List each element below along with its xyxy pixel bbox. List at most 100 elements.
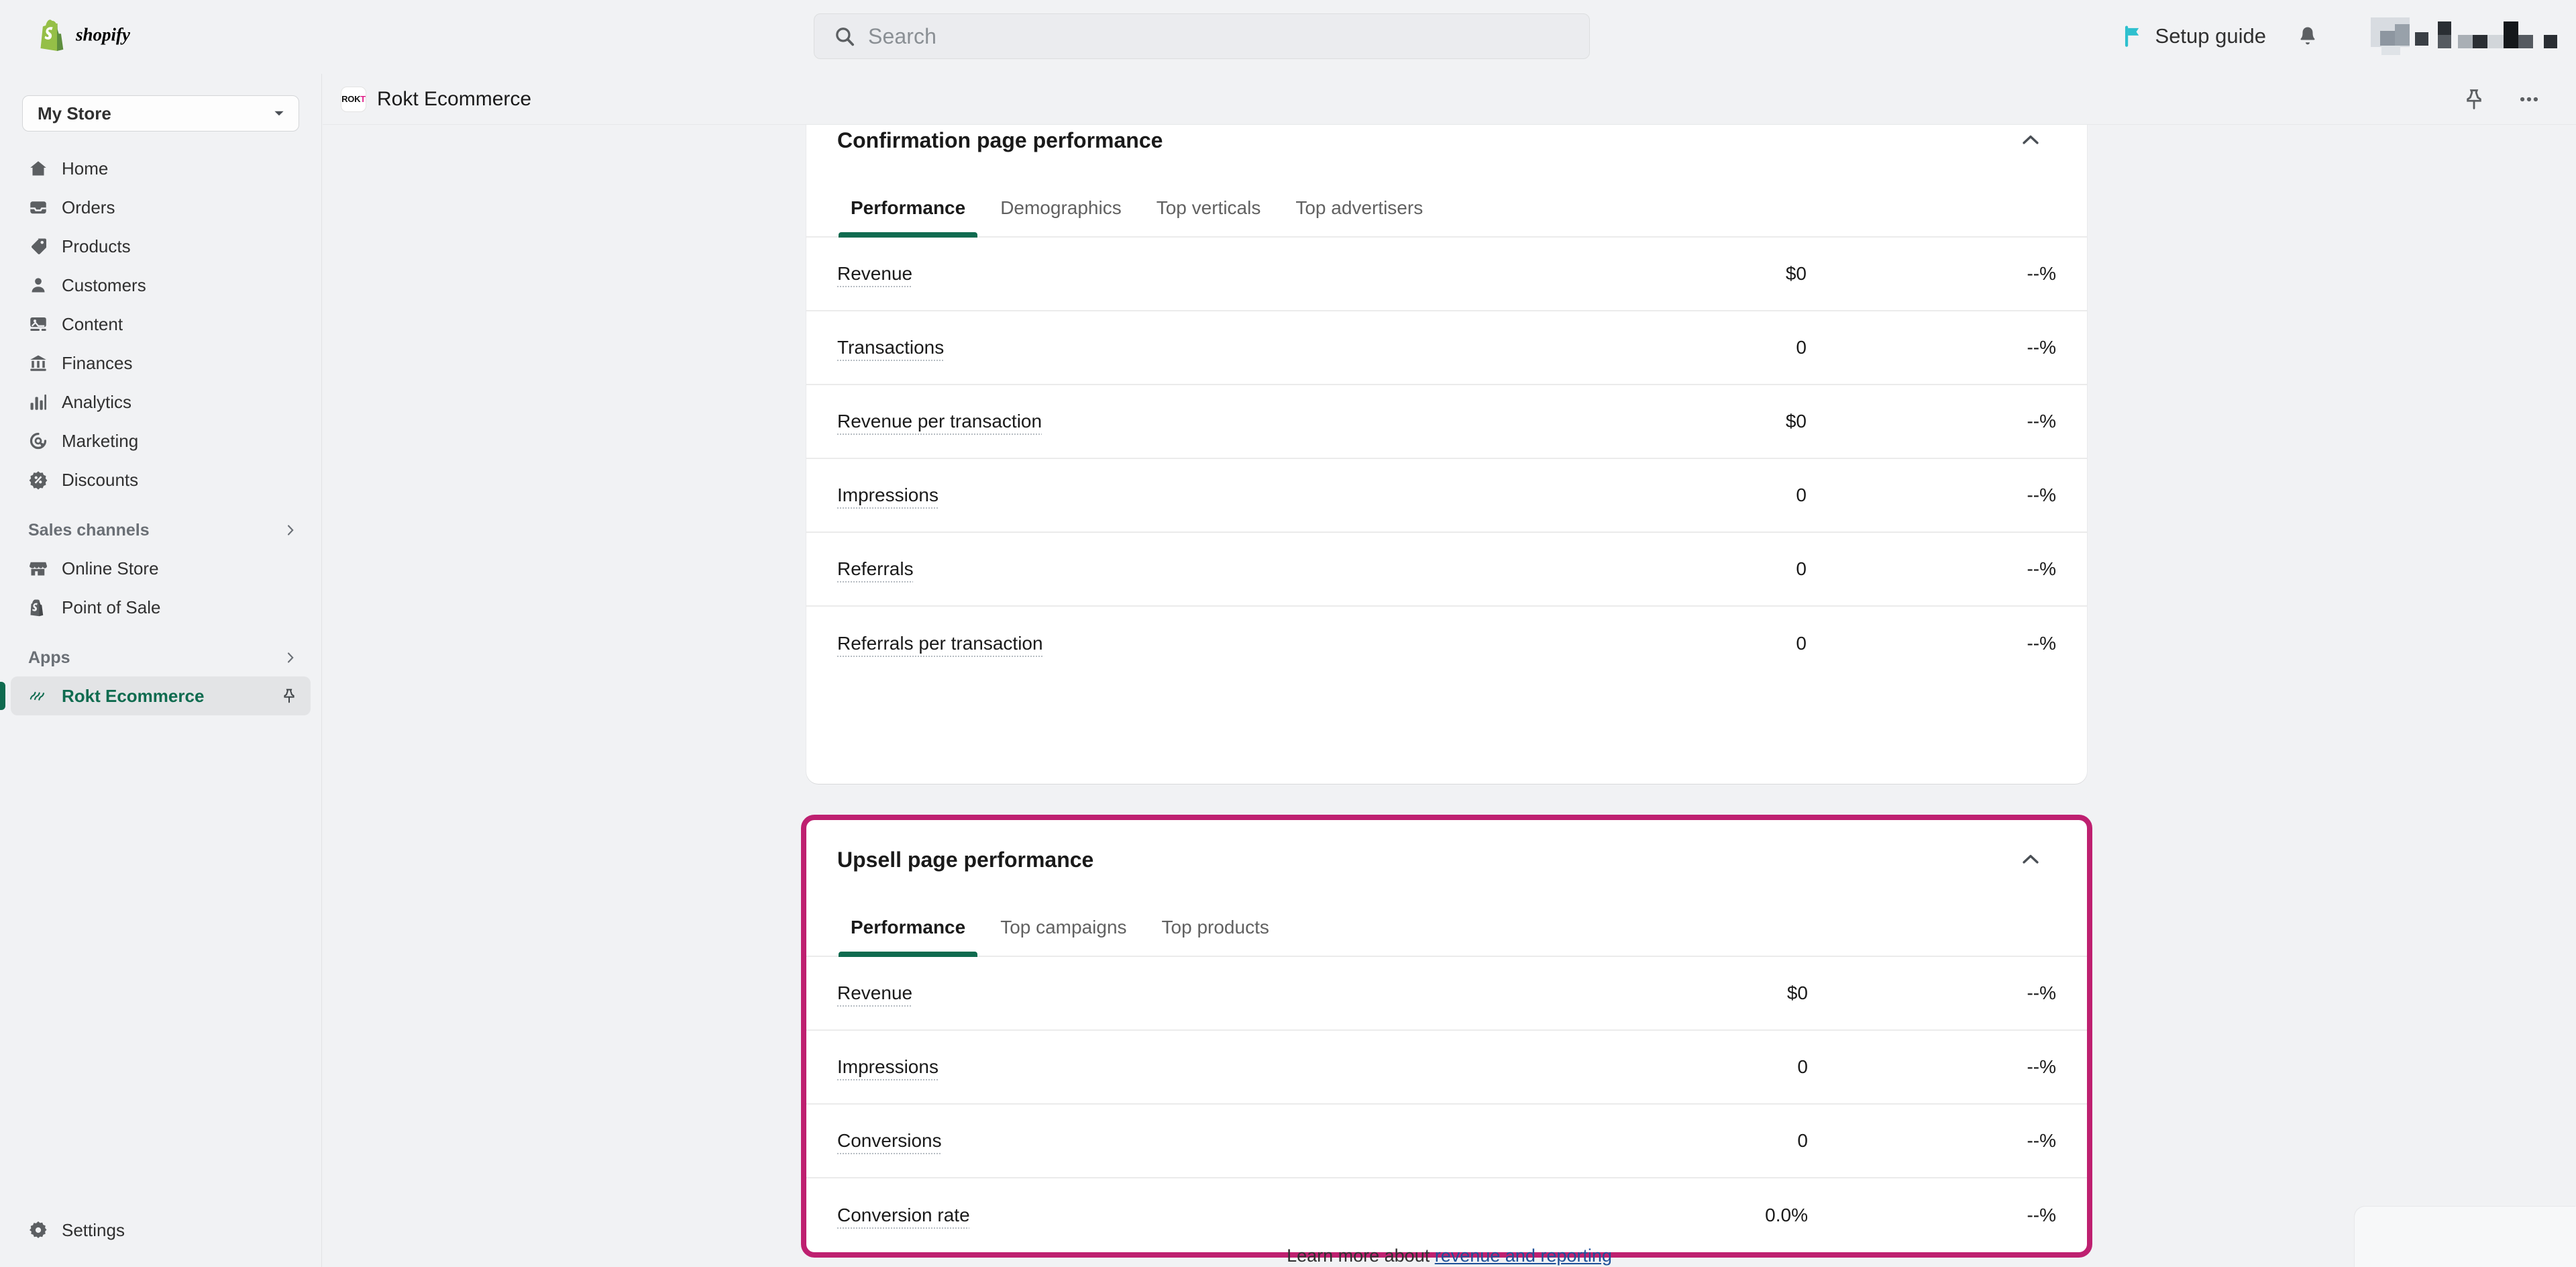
collapse-toggle-confirmation[interactable] bbox=[2013, 125, 2048, 158]
chevron-up-icon bbox=[2023, 854, 2039, 864]
pin-icon[interactable] bbox=[281, 688, 297, 704]
tab-top-verticals[interactable]: Top verticals bbox=[1139, 180, 1279, 236]
chat-widget-panel[interactable] bbox=[2355, 1207, 2576, 1267]
flag-icon bbox=[2125, 26, 2139, 47]
metric-delta: --% bbox=[2027, 1205, 2056, 1225]
table-row: Conversions 0 --% bbox=[806, 1105, 2087, 1178]
sidebar-item-label: Discounts bbox=[62, 469, 139, 490]
sidebar-item-home[interactable]: Home bbox=[11, 149, 311, 188]
app-header-bar: ROKT Rokt Ecommerce bbox=[323, 74, 2576, 125]
table-row: Impressions 0 --% bbox=[806, 459, 2087, 533]
chevron-down-icon bbox=[274, 111, 284, 116]
metric-list-upsell: Revenue $0 --% Impressions 0 --% Convers… bbox=[806, 957, 2087, 1252]
metric-label[interactable]: Referrals per transaction bbox=[837, 633, 1599, 654]
sidebar-item-finances[interactable]: Finances bbox=[11, 344, 311, 383]
orders-icon bbox=[30, 201, 46, 214]
table-row: Referrals 0 --% bbox=[806, 533, 2087, 607]
sidebar-section-sales-channels[interactable]: Sales channels bbox=[11, 511, 311, 549]
customers-person-icon bbox=[32, 278, 45, 293]
collapse-toggle-upsell[interactable] bbox=[2013, 842, 2048, 877]
tab-top-products[interactable]: Top products bbox=[1144, 899, 1287, 956]
products-tag-icon bbox=[31, 238, 46, 254]
sidebar-item-customers[interactable]: Customers bbox=[11, 266, 311, 305]
tab-top-advertisers[interactable]: Top advertisers bbox=[1278, 180, 1440, 236]
metric-delta: --% bbox=[2027, 633, 2056, 654]
metric-label[interactable]: Conversions bbox=[837, 1130, 1613, 1152]
metric-value: $0 bbox=[1785, 263, 1807, 284]
pin-app-button[interactable] bbox=[2458, 83, 2490, 115]
tab-label: Top advertisers bbox=[1295, 197, 1424, 218]
shopify-logo[interactable]: shopify bbox=[37, 19, 176, 51]
store-switcher[interactable]: My Store bbox=[22, 95, 299, 132]
metric-label[interactable]: Transactions bbox=[837, 337, 1599, 358]
metric-value: 0 bbox=[1796, 558, 1807, 579]
metric-delta: --% bbox=[2027, 485, 2056, 505]
setup-guide-button[interactable]: Setup guide bbox=[2112, 16, 2275, 56]
chevron-right-icon bbox=[287, 652, 294, 663]
tab-bar-upsell: Performance Top campaigns Top products bbox=[806, 899, 2087, 957]
sidebar-item-point-of-sale[interactable]: Point of Sale bbox=[11, 588, 311, 627]
chevron-up-icon bbox=[2023, 135, 2039, 144]
metric-value: $0 bbox=[1785, 411, 1807, 432]
svg-text:shopify: shopify bbox=[76, 24, 131, 44]
home-icon bbox=[30, 161, 46, 176]
shopify-wordmark: shopify bbox=[76, 24, 131, 44]
sidebar-item-online-store[interactable]: Online Store bbox=[11, 549, 311, 588]
metric-delta: --% bbox=[2027, 337, 2056, 358]
rokt-logo-text: ROK bbox=[341, 94, 361, 104]
storefront-icon bbox=[30, 562, 47, 576]
metric-value: 0 bbox=[1797, 1130, 1808, 1151]
tab-bar-confirmation: Performance Demographics Top verticals T… bbox=[806, 180, 2087, 238]
sidebar-item-products[interactable]: Products bbox=[11, 227, 311, 266]
metric-label[interactable]: Conversion rate bbox=[837, 1205, 1613, 1226]
store-switcher-label: My Store bbox=[38, 103, 111, 123]
metric-label[interactable]: Impressions bbox=[837, 1056, 1613, 1078]
metric-label[interactable]: Impressions bbox=[837, 485, 1599, 506]
app-more-menu-button[interactable] bbox=[2513, 83, 2545, 115]
sidebar-section-apps[interactable]: Apps bbox=[11, 639, 311, 676]
tab-top-campaigns[interactable]: Top campaigns bbox=[983, 899, 1144, 956]
page-title: Confirmation page performance bbox=[837, 128, 1163, 152]
sidebar-item-rokt-ecommerce[interactable]: Rokt Ecommerce bbox=[0, 676, 311, 715]
store-account-chip[interactable] bbox=[2371, 16, 2559, 56]
sidebar-item-marketing[interactable]: Marketing bbox=[11, 421, 311, 460]
store-name-redacted bbox=[2438, 20, 2559, 52]
sidebar-item-label: Settings bbox=[62, 1219, 125, 1240]
search-input[interactable]: Search bbox=[814, 13, 1590, 59]
metric-label[interactable]: Revenue bbox=[837, 263, 1599, 285]
notifications-button[interactable] bbox=[2289, 17, 2326, 55]
sidebar-item-orders[interactable]: Orders bbox=[11, 188, 311, 227]
metric-label[interactable]: Revenue bbox=[837, 982, 1613, 1004]
tab-label: Performance bbox=[851, 917, 966, 937]
sidebar-item-label: Point of Sale bbox=[62, 597, 161, 617]
sidebar-item-content[interactable]: Content bbox=[11, 305, 311, 344]
pin-icon bbox=[2467, 89, 2481, 109]
tab-performance[interactable]: Performance bbox=[833, 180, 983, 238]
app-identity: ROKT Rokt Ecommerce bbox=[341, 86, 531, 112]
sidebar: My Store Home Orders Products Customers … bbox=[0, 74, 322, 1267]
search-icon bbox=[836, 28, 855, 46]
page-title: Upsell page performance bbox=[837, 847, 1094, 872]
bell-icon bbox=[2300, 27, 2315, 45]
sidebar-item-discounts[interactable]: Discounts bbox=[11, 460, 311, 499]
tab-label: Demographics bbox=[1000, 197, 1122, 218]
marketing-target-icon bbox=[30, 432, 47, 450]
sidebar-item-analytics[interactable]: Analytics bbox=[11, 383, 311, 421]
tab-demographics[interactable]: Demographics bbox=[983, 180, 1139, 236]
sidebar-item-label: Finances bbox=[62, 352, 133, 373]
metric-delta: --% bbox=[2027, 1056, 2056, 1077]
avatar-redacted bbox=[2371, 16, 2428, 56]
discounts-badge-icon bbox=[29, 471, 48, 490]
table-row: Transactions 0 --% bbox=[806, 311, 2087, 385]
tab-performance[interactable]: Performance bbox=[833, 899, 983, 957]
metric-label[interactable]: Referrals bbox=[837, 558, 1599, 580]
learn-more-footer: Learn more about revenue and reporting bbox=[323, 1246, 2576, 1266]
revenue-and-reporting-link[interactable]: revenue and reporting bbox=[1435, 1246, 1612, 1266]
upsell-page-performance-card: Upsell page performance Performance Top … bbox=[801, 815, 2092, 1258]
table-row: Revenue per transaction $0 --% bbox=[806, 385, 2087, 459]
more-horizontal-icon bbox=[2520, 97, 2538, 101]
confirmation-page-performance-card: Confirmation page performance Performanc… bbox=[806, 125, 2087, 784]
metric-value: $0 bbox=[1786, 982, 1808, 1003]
metric-label[interactable]: Revenue per transaction bbox=[837, 411, 1599, 432]
sidebar-item-settings[interactable]: Settings bbox=[11, 1211, 311, 1250]
